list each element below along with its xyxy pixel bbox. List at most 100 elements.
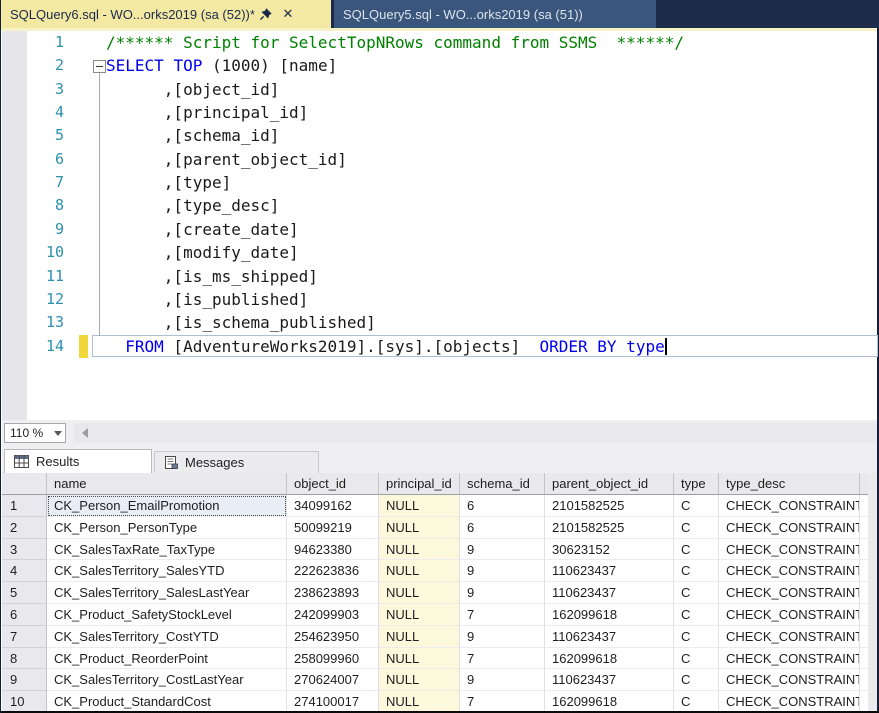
grid-cell[interactable]: 258099960	[287, 648, 379, 670]
grid-cell[interactable]: 2101582525	[545, 495, 674, 517]
row-number[interactable]: 9	[2, 669, 47, 691]
grid-cell[interactable]: 242099903	[287, 604, 379, 626]
chevron-down-icon[interactable]	[50, 431, 65, 436]
grid-cell[interactable]: 30623152	[545, 539, 674, 561]
grid-cell[interactable]: 9	[460, 626, 545, 648]
grid-cell[interactable]: CHECK_CONSTRAINT	[719, 626, 860, 648]
grid-cell[interactable]: CHECK_CONSTRAINT	[719, 669, 860, 691]
grid-cell[interactable]: 7	[460, 604, 545, 626]
grid-cell[interactable]: CHECK_CONSTRAINT	[719, 691, 860, 711]
grid-cell[interactable]: C	[674, 648, 719, 670]
column-header-object_id[interactable]: object_id	[287, 473, 379, 495]
tab-results[interactable]: Results	[4, 449, 152, 473]
grid-cell[interactable]: 270624007	[287, 669, 379, 691]
tab-messages[interactable]: Messages	[154, 451, 319, 473]
grid-cell[interactable]: CK_Product_SafetyStockLevel	[47, 604, 287, 626]
grid-cell[interactable]: NULL	[379, 669, 460, 691]
grid-cell[interactable]: C	[674, 691, 719, 711]
grid-cell[interactable]: 9	[460, 560, 545, 582]
code-line[interactable]: ,[is_ms_shipped]	[106, 265, 318, 288]
grid-cell[interactable]: CHECK_CONSTRAINT	[719, 517, 860, 539]
row-number[interactable]: 4	[2, 560, 47, 582]
column-header-name[interactable]: name	[47, 473, 287, 495]
grid-cell[interactable]: C	[674, 582, 719, 604]
grid-cell[interactable]: C	[674, 539, 719, 561]
grid-cell[interactable]: 110623437	[545, 669, 674, 691]
grid-cell[interactable]: 254623950	[287, 626, 379, 648]
grid-cell[interactable]: CHECK_CONSTRAINT	[719, 560, 860, 582]
grid-cell[interactable]: CK_Product_StandardCost	[47, 691, 287, 711]
scroll-left-icon[interactable]	[82, 428, 88, 438]
grid-cell[interactable]: 9	[460, 539, 545, 561]
code-line[interactable]: ,[type]	[106, 171, 231, 194]
grid-cell[interactable]: CHECK_CONSTRAINT	[719, 539, 860, 561]
grid-cell[interactable]: CHECK_CONSTRAINT	[719, 495, 860, 517]
grid-cell[interactable]: 162099618	[545, 604, 674, 626]
column-header-principal_id[interactable]: principal_id	[379, 473, 460, 495]
grid-cell[interactable]: 34099162	[287, 495, 379, 517]
row-number[interactable]: 1	[2, 495, 47, 517]
close-icon[interactable]: ✕	[277, 3, 299, 25]
grid-cell[interactable]: 9	[460, 582, 545, 604]
grid-cell[interactable]: 7	[460, 691, 545, 711]
code-line[interactable]: FROM [AdventureWorks2019].[sys].[objects…	[106, 335, 667, 358]
tab-sqlquery5[interactable]: SQLQuery5.sql - WO...orks2019 (sa (51))	[334, 0, 656, 28]
grid-cell[interactable]: CK_SalesTerritory_CostLastYear	[47, 669, 287, 691]
code-editor[interactable]: 1/****** Script for SelectTopNRows comma…	[2, 31, 878, 420]
grid-cell[interactable]: 7	[460, 648, 545, 670]
grid-corner-cell[interactable]	[2, 473, 47, 495]
row-number[interactable]: 6	[2, 604, 47, 626]
grid-cell[interactable]: CK_SalesTerritory_SalesLastYear	[47, 582, 287, 604]
grid-cell[interactable]: NULL	[379, 582, 460, 604]
grid-cell[interactable]: CHECK_CONSTRAINT	[719, 648, 860, 670]
grid-cell[interactable]: NULL	[379, 560, 460, 582]
grid-cell[interactable]: CK_Person_EmailPromotion	[47, 495, 287, 517]
code-line[interactable]: ,[create_date]	[106, 218, 299, 241]
grid-cell[interactable]: 222623836	[287, 560, 379, 582]
grid-cell[interactable]: 94623380	[287, 539, 379, 561]
grid-cell[interactable]: CK_Person_PersonType	[47, 517, 287, 539]
column-header-type[interactable]: type	[674, 473, 719, 495]
grid-cell[interactable]: CHECK_CONSTRAINT	[719, 604, 860, 626]
grid-cell[interactable]: NULL	[379, 539, 460, 561]
grid-cell[interactable]: 110623437	[545, 560, 674, 582]
tab-sqlquery6[interactable]: SQLQuery6.sql - WO...orks2019 (sa (52))*…	[1, 0, 331, 28]
grid-cell[interactable]: 110623437	[545, 626, 674, 648]
grid-cell[interactable]: CK_Product_ReorderPoint	[47, 648, 287, 670]
code-line[interactable]: ,[is_published]	[106, 288, 308, 311]
grid-cell[interactable]: C	[674, 495, 719, 517]
grid-vertical-scrollbar[interactable]	[868, 473, 877, 711]
grid-cell[interactable]: 162099618	[545, 691, 674, 711]
row-number[interactable]: 5	[2, 582, 47, 604]
grid-cell[interactable]: CK_SalesTerritory_CostYTD	[47, 626, 287, 648]
code-line[interactable]: /****** Script for SelectTopNRows comman…	[106, 31, 684, 54]
row-number[interactable]: 10	[2, 691, 47, 711]
code-line[interactable]: ,[is_schema_published]	[106, 311, 376, 334]
grid-cell[interactable]: C	[674, 560, 719, 582]
grid-cell[interactable]: 6	[460, 517, 545, 539]
editor-horizontal-scrollbar[interactable]	[74, 423, 878, 443]
column-header-type_desc[interactable]: type_desc	[719, 473, 860, 495]
row-number[interactable]: 7	[2, 626, 47, 648]
code-line[interactable]: ,[object_id]	[106, 78, 279, 101]
grid-cell[interactable]: 50099219	[287, 517, 379, 539]
grid-cell[interactable]: 9	[460, 669, 545, 691]
row-number[interactable]: 8	[2, 648, 47, 670]
pin-icon[interactable]	[255, 3, 277, 25]
grid-cell[interactable]: C	[674, 669, 719, 691]
row-number[interactable]: 2	[2, 517, 47, 539]
grid-cell[interactable]: CK_SalesTaxRate_TaxType	[47, 539, 287, 561]
code-line[interactable]: SELECT TOP (1000) [name]	[106, 54, 337, 77]
column-header-parent_object_id[interactable]: parent_object_id	[545, 473, 674, 495]
grid-cell[interactable]: NULL	[379, 495, 460, 517]
grid-cell[interactable]: 274100017	[287, 691, 379, 711]
code-line[interactable]: ,[principal_id]	[106, 101, 308, 124]
grid-cell[interactable]: C	[674, 626, 719, 648]
code-line[interactable]: ,[type_desc]	[106, 194, 279, 217]
grid-cell[interactable]: NULL	[379, 691, 460, 711]
grid-cell[interactable]: 238623893	[287, 582, 379, 604]
grid-cell[interactable]: NULL	[379, 626, 460, 648]
grid-cell[interactable]: NULL	[379, 604, 460, 626]
grid-cell[interactable]: 162099618	[545, 648, 674, 670]
grid-cell[interactable]: CHECK_CONSTRAINT	[719, 582, 860, 604]
